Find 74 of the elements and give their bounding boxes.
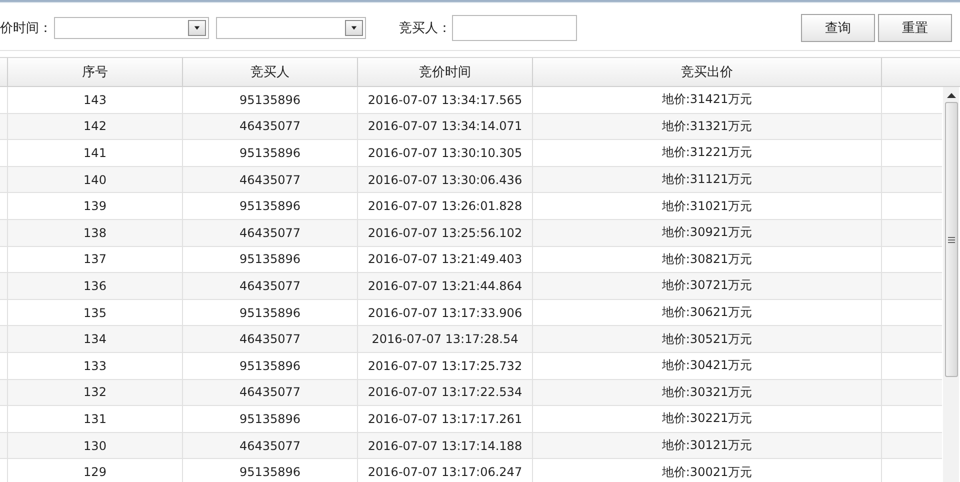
table-cell: 2016-07-07 13:17:17.261 [358,406,533,432]
table-cell: 2016-07-07 13:30:06.436 [358,166,533,192]
table-cell: 地价:30721万元 [533,273,882,299]
column-header[interactable]: 序号 [8,58,183,86]
table-cell: 地价:31021万元 [533,193,882,219]
table-cell: 46435077 [183,273,358,299]
field-label: 竞买人： [399,20,451,37]
table-cell: 地价:31221万元 [533,140,882,166]
reset-button[interactable]: 重置 [878,14,952,42]
table-cell: 2016-07-07 13:17:33.906 [358,300,533,326]
grip-icon [948,236,954,242]
table-cell: 地价:30421万元 [533,352,882,379]
table-cell: 地价:30221万元 [533,406,882,432]
scrollbar-thumb[interactable] [944,102,958,377]
bidder-input-field[interactable] [452,15,577,41]
table-cell: 142 [8,114,183,140]
table-cell: 2016-07-07 13:30:10.305 [358,140,533,166]
table-cell: 95135896 [183,246,358,272]
table-cell: 140 [8,166,183,192]
table-cell: 2016-07-07 13:34:17.565 [358,87,533,113]
table-cell: 46435077 [183,380,358,406]
table-cell: 46435077 [183,166,358,192]
query-button[interactable]: 查询 [801,14,875,42]
table-cell: 95135896 [183,87,358,113]
table-cell: 95135896 [183,140,358,166]
table-cell: 139 [8,193,183,219]
column-header[interactable]: 竞买人 [183,58,358,86]
table-cell: 2016-07-07 13:26:01.828 [358,193,533,219]
table-cell: 138 [8,220,183,246]
table-cell: 130 [8,432,183,458]
table-cell: 地价:30921万元 [533,220,882,246]
scrollbar[interactable] [943,87,959,482]
table-cell: 137 [8,246,183,272]
column-header[interactable]: 竞买出价 [533,58,882,86]
table-cell: 2016-07-07 13:34:14.071 [358,114,533,140]
table-cell: 95135896 [183,406,358,432]
table-cell: 地价:30821万元 [533,246,882,272]
table-cell: 地价:31321万元 [533,114,882,140]
table-cell: 地价:30021万元 [533,459,882,482]
table-cell: 地价:31121万元 [533,166,882,192]
table-cell: 129 [8,459,183,482]
table-cell: 46435077 [183,326,358,352]
table-cell: 46435077 [183,432,358,458]
scroll-up-icon[interactable] [946,93,956,99]
table-cell: 2016-07-07 13:17:14.188 [358,432,533,458]
table-cell: 143 [8,87,183,113]
table-cell: 2016-07-07 13:21:44.864 [358,273,533,299]
table-cell: 133 [8,352,183,379]
table-cell: 46435077 [183,114,358,140]
table-cell: 134 [8,326,183,352]
start-time-dropdown[interactable] [54,17,209,39]
table-cell: 46435077 [183,220,358,246]
table-cell: 2016-07-07 13:17:22.534 [358,380,533,406]
table-cell: 95135896 [183,352,358,379]
table-cell: 95135896 [183,300,358,326]
table-cell: 地价:30121万元 [533,432,882,458]
column-header[interactable]: 竞价时间 [358,58,533,86]
table-cell: 2016-07-07 13:25:56.102 [358,220,533,246]
table-cell: 2016-07-07 13:17:06.247 [358,459,533,482]
table-cell: 141 [8,140,183,166]
table-cell: 地价:30521万元 [533,326,882,352]
table-cell: 地价:31421万元 [533,87,882,113]
table-cell: 2016-07-07 13:17:25.732 [358,352,533,379]
table-cell: 2016-07-07 13:17:28.54 [358,326,533,352]
table-cell: 95135896 [183,459,358,482]
table-cell: 95135896 [183,193,358,219]
table-cell: 132 [8,380,183,406]
field-label: 价时间： [0,20,52,37]
table-cell: 地价:30321万元 [533,380,882,406]
table-cell: 2016-07-07 13:21:49.403 [358,246,533,272]
table-cell: 131 [8,406,183,432]
table-cell: 136 [8,273,183,299]
table-cell: 地价:30621万元 [533,300,882,326]
table-cell: 135 [8,300,183,326]
